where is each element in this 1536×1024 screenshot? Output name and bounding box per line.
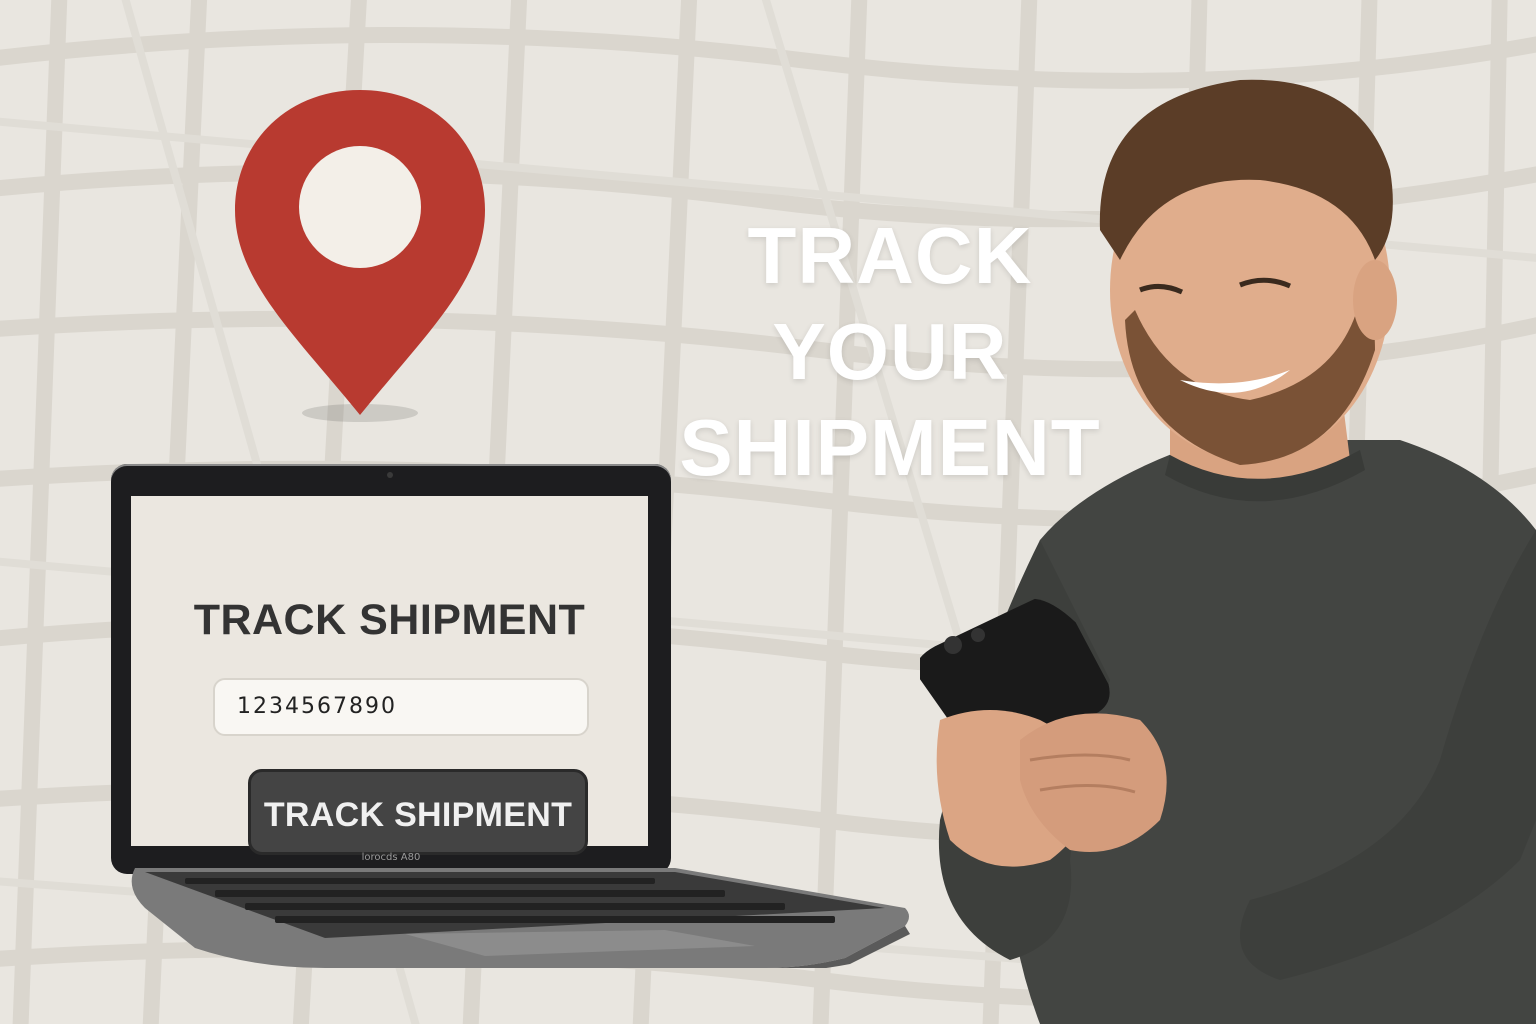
laptop-brand: lorocds A80 [361,852,421,863]
screen-title: TRACK SHIPMENT [193,596,586,644]
laptop: TRACK SHIPMENT 1234567890 TRACK SHIPMENT… [105,460,915,970]
camera-icon [387,472,393,478]
tracking-number-input[interactable]: 1234567890 [213,678,589,736]
laptop-keyboard-base [131,868,910,968]
person-illustration [920,79,1536,1024]
tracking-screen: TRACK SHIPMENT 1234567890 TRACK SHIPMENT [131,496,648,855]
laptop-lid: TRACK SHIPMENT 1234567890 TRACK SHIPMENT… [111,464,671,874]
track-shipment-button[interactable]: TRACK SHIPMENT [248,769,588,855]
location-pin-icon [235,90,485,422]
